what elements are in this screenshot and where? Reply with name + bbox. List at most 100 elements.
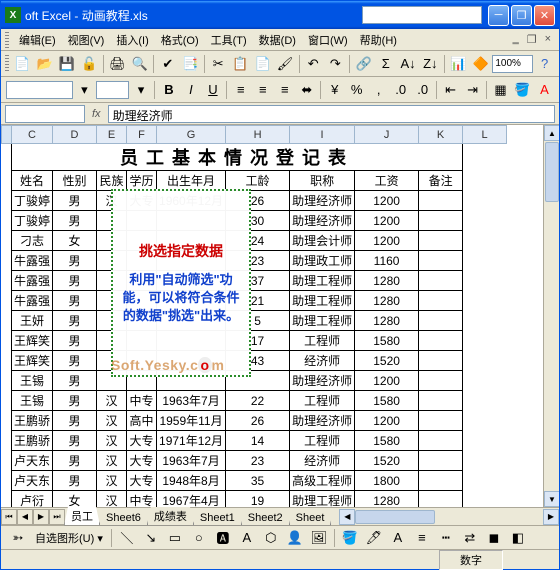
cell[interactable] <box>419 471 463 491</box>
col-header-J[interactable]: J <box>355 126 419 144</box>
cell[interactable]: 男 <box>53 411 97 431</box>
cell[interactable]: 1580 <box>355 391 419 411</box>
borders-button[interactable]: ▦ <box>490 79 511 101</box>
cell[interactable] <box>157 351 226 371</box>
shadow-button[interactable]: ◼ <box>483 527 505 549</box>
menu-help[interactable]: 帮助(H) <box>354 30 403 50</box>
cell[interactable]: 43 <box>226 351 290 371</box>
cell[interactable] <box>127 271 157 291</box>
fill-color-button[interactable]: 🪣 <box>512 79 533 101</box>
new-button[interactable]: 📄 <box>12 53 33 75</box>
cell[interactable]: 24 <box>226 231 290 251</box>
cell[interactable] <box>419 191 463 211</box>
autosum-button[interactable]: Σ <box>375 53 396 75</box>
draw-menu-button[interactable]: ➳ <box>7 527 29 549</box>
menu-insert[interactable]: 插入(I) <box>110 30 154 50</box>
cell[interactable] <box>157 211 226 231</box>
col-header-E[interactable]: E <box>97 126 127 144</box>
cell[interactable]: 1160 <box>355 251 419 271</box>
doc-close-button[interactable]: × <box>545 33 551 46</box>
cell[interactable]: 1200 <box>355 371 419 391</box>
cell[interactable]: 工程师 <box>290 391 355 411</box>
currency-button[interactable]: ¥ <box>324 79 345 101</box>
cell[interactable]: 丁骏婷 <box>12 191 53 211</box>
cell[interactable]: 1200 <box>355 231 419 251</box>
cell[interactable]: 助理工程师 <box>290 311 355 331</box>
chart-button[interactable]: 📊 <box>448 53 469 75</box>
cell[interactable]: 男 <box>53 451 97 471</box>
tab-first-button[interactable]: ⏮ <box>1 509 17 525</box>
cell[interactable] <box>97 351 127 371</box>
cell[interactable]: 22 <box>226 391 290 411</box>
textbox-button[interactable]: 🅰 <box>212 527 234 549</box>
col-header-F[interactable]: F <box>127 126 157 144</box>
dropdown-icon[interactable]: ▾ <box>130 79 151 101</box>
cell[interactable]: 男 <box>53 291 97 311</box>
tab-last-button[interactable]: ⏭ <box>49 509 65 525</box>
arrow-style-button[interactable]: ⇄ <box>459 527 481 549</box>
col-header-H[interactable]: H <box>226 126 290 144</box>
font-color-button[interactable]: A <box>534 79 555 101</box>
doc-restore-button[interactable]: ❐ <box>527 33 537 46</box>
cell[interactable]: 37 <box>226 271 290 291</box>
cell[interactable] <box>127 231 157 251</box>
cell[interactable] <box>419 451 463 471</box>
cell[interactable]: 23 <box>226 451 290 471</box>
cell[interactable]: 助理经济师 <box>290 211 355 231</box>
cell[interactable]: 男 <box>53 471 97 491</box>
cell[interactable] <box>97 371 127 391</box>
cell[interactable]: 大专 <box>127 471 157 491</box>
menu-edit[interactable]: 编辑(E) <box>13 30 62 50</box>
cell[interactable]: 丁骏婷 <box>12 211 53 231</box>
cell[interactable]: 高中 <box>127 411 157 431</box>
font-select[interactable] <box>6 81 73 99</box>
cell[interactable]: 1200 <box>355 411 419 431</box>
menu-tools[interactable]: 工具(T) <box>205 30 253 50</box>
cut-button[interactable]: ✂ <box>208 53 229 75</box>
cell[interactable] <box>97 251 127 271</box>
cell[interactable]: 牛露强 <box>12 291 53 311</box>
cell[interactable]: 1959年11月 <box>157 411 226 431</box>
redo-button[interactable]: ↷ <box>325 53 346 75</box>
cell[interactable]: 卢天东 <box>12 471 53 491</box>
cell[interactable]: 23 <box>226 251 290 271</box>
cell[interactable] <box>97 291 127 311</box>
cell[interactable]: 王鹏骄 <box>12 431 53 451</box>
cell[interactable] <box>127 251 157 271</box>
cell[interactable] <box>226 371 290 391</box>
research-button[interactable]: 📑 <box>179 53 200 75</box>
cell[interactable] <box>157 331 226 351</box>
fill-color-button[interactable]: 🪣 <box>339 527 361 549</box>
sheet-tab[interactable]: 成绩表 <box>147 507 194 526</box>
sheet-tab[interactable]: Sheet <box>289 511 332 526</box>
preview-button[interactable]: 🔍 <box>129 53 150 75</box>
minimize-button[interactable]: ─ <box>488 5 509 26</box>
cell[interactable]: 中专 <box>127 491 157 508</box>
cell[interactable]: 牛露强 <box>12 271 53 291</box>
cell[interactable]: 王辉笑 <box>12 351 53 371</box>
cell[interactable] <box>419 231 463 251</box>
tab-prev-button[interactable]: ◀ <box>17 509 33 525</box>
cell[interactable]: 经济师 <box>290 351 355 371</box>
cell[interactable]: 男 <box>53 371 97 391</box>
cell[interactable] <box>419 391 463 411</box>
sheet-tab[interactable]: 员工 <box>64 507 100 526</box>
cell[interactable]: 1971年12月 <box>157 431 226 451</box>
decrease-indent-button[interactable]: ⇤ <box>440 79 461 101</box>
zoom-select[interactable]: 100% <box>492 55 533 73</box>
cell[interactable]: 王鹏骄 <box>12 411 53 431</box>
name-box[interactable] <box>5 105 85 123</box>
scroll-up-icon[interactable]: ▲ <box>544 125 559 141</box>
cell[interactable] <box>157 311 226 331</box>
arrow-button[interactable]: ↘ <box>140 527 162 549</box>
doc-minimize-button[interactable]: ‗ <box>513 33 519 46</box>
align-center-button[interactable]: ≡ <box>252 79 273 101</box>
cell[interactable]: 男 <box>53 331 97 351</box>
col-header-G[interactable]: G <box>157 126 226 144</box>
cell[interactable]: 汉 <box>97 471 127 491</box>
cell[interactable]: 大专 <box>127 451 157 471</box>
cell[interactable] <box>419 371 463 391</box>
cell[interactable] <box>157 271 226 291</box>
cell[interactable]: 5 <box>226 311 290 331</box>
cell[interactable]: 男 <box>53 251 97 271</box>
